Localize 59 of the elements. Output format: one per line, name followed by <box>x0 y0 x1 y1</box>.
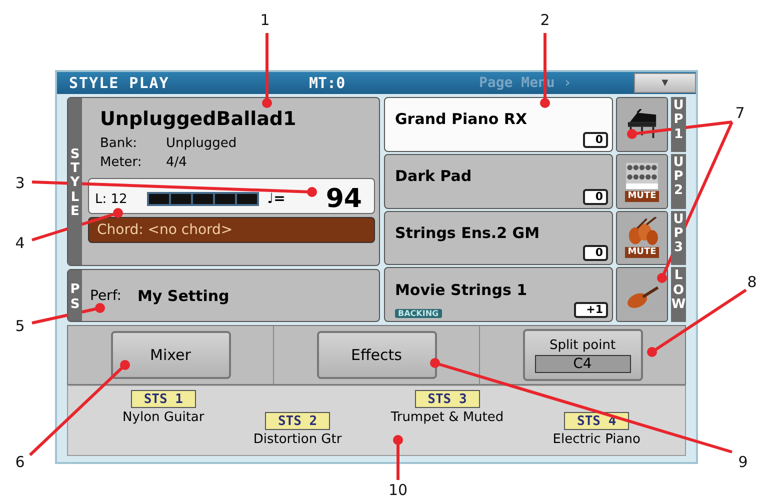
octave-indicator: 0 <box>583 245 608 262</box>
callout-number: 4 <box>15 234 25 252</box>
sts-sound-name: Nylon Guitar <box>122 410 204 425</box>
sound-icon-button[interactable]: MUTE <box>616 154 668 208</box>
style-panel[interactable]: STYLE UnpluggedBallad1 Bank: Unplugged Meter: 4/4 L: 12 ♩= 94 Chord: <no chord> <box>67 97 380 266</box>
sts-button[interactable]: STS 3 <box>414 390 480 408</box>
sts-sound-name: Distortion Gtr <box>253 432 342 447</box>
style-tab: STYLE <box>68 98 82 265</box>
track-label: UP2 <box>671 154 686 208</box>
callout-number: 3 <box>15 174 25 192</box>
bank-label: Bank: <box>100 135 138 153</box>
style-name: UnpluggedBallad1 <box>100 108 298 130</box>
callout-number: 7 <box>735 104 745 122</box>
length-value: L: 12 <box>95 192 128 206</box>
performance-label: Perf: <box>90 288 122 304</box>
meter-value: 4/4 <box>166 154 187 172</box>
callout-number: 6 <box>15 453 25 471</box>
performance-tab: PS <box>68 270 82 321</box>
mute-tag: MUTE <box>624 247 660 258</box>
performance-name: My Setting <box>137 286 230 304</box>
callout-number: 5 <box>15 317 25 335</box>
meter-label: Meter: <box>100 154 143 172</box>
leader-line <box>393 435 403 480</box>
sts-button[interactable]: STS 1 <box>130 390 196 408</box>
mute-tag: MUTE <box>624 190 660 202</box>
octave-indicator: +1 <box>574 302 608 318</box>
tempo-value: 94 <box>326 184 362 214</box>
function-button[interactable]: Effects <box>316 331 436 379</box>
function-button[interactable]: Mixer <box>110 331 230 379</box>
track-label: LOW <box>671 267 686 322</box>
split-point-value: C4 <box>534 354 630 372</box>
chord-display: Chord: <no chord> <box>88 217 375 243</box>
track-label: UP3 <box>671 210 686 266</box>
octave-indicator: 0 <box>583 132 608 148</box>
callout-number: 9 <box>738 453 748 471</box>
master-transpose: MT:0 <box>309 74 346 92</box>
callout-number: 8 <box>747 273 757 291</box>
callout-number: 10 <box>388 481 408 499</box>
keyboard-icon <box>623 160 661 191</box>
track-button[interactable]: Dark Pad 0 <box>384 154 613 208</box>
callout-number: 1 <box>260 11 270 29</box>
octave-indicator: 0 <box>583 188 608 204</box>
track-label: UP1 <box>671 97 686 152</box>
bank-value: Unplugged <box>166 135 237 153</box>
backing-tag: BACKING <box>395 309 442 318</box>
sts-sound-name: Electric Piano <box>552 432 640 447</box>
sound-icon-button[interactable]: MUTE <box>616 210 668 266</box>
callout-number: 2 <box>540 11 550 29</box>
track-button[interactable]: Grand Piano RX 0 <box>384 97 613 152</box>
sound-icon-button[interactable] <box>616 97 668 152</box>
tempo-symbol: ♩= <box>267 191 286 207</box>
page-title: STYLE PLAY <box>69 74 170 92</box>
sts-button[interactable]: STS 2 <box>264 412 330 430</box>
track-button[interactable]: Movie Strings 1 BACKING +1 <box>384 267 613 322</box>
sts-sound-name: Trumpet & Muted <box>390 410 504 425</box>
menu-dropdown-button[interactable]: ▼ <box>634 73 696 93</box>
split-point-label: Split point <box>549 338 616 352</box>
split-point-button[interactable]: Split point C4 <box>522 329 642 381</box>
track-button[interactable]: Strings Ens.2 GM 0 <box>384 210 613 266</box>
